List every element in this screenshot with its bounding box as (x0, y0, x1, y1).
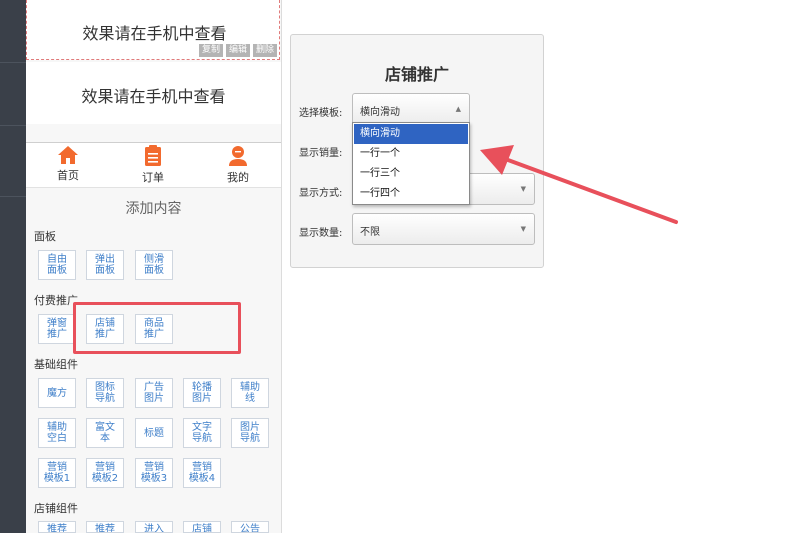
annotation-arrow-icon (480, 145, 678, 224)
